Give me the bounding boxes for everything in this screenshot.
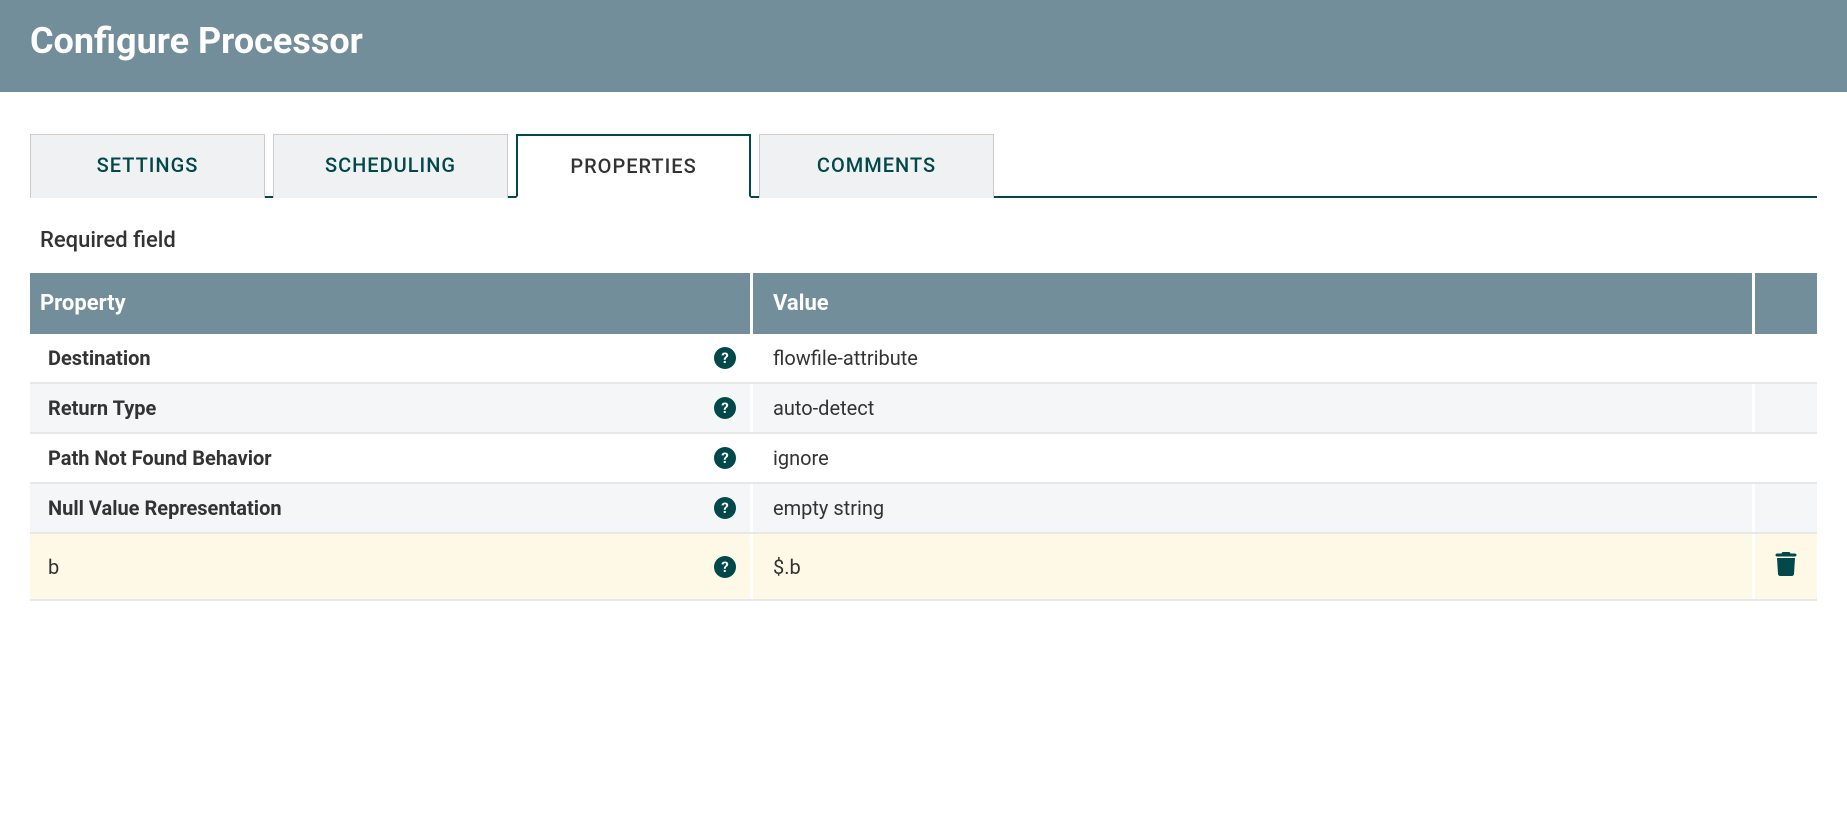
property-value[interactable]: ignore bbox=[750, 434, 1752, 482]
section-label: Required field bbox=[40, 228, 1817, 253]
property-name: Destination bbox=[48, 346, 151, 370]
dialog-header: Configure Processor bbox=[0, 0, 1847, 92]
table-row[interactable]: Destination ? flowfile-attribute bbox=[30, 334, 1817, 384]
row-action bbox=[1752, 384, 1817, 432]
header-value: Value bbox=[750, 273, 1752, 334]
tab-properties[interactable]: PROPERTIES bbox=[516, 134, 751, 198]
property-value[interactable]: empty string bbox=[750, 484, 1752, 532]
tab-comments[interactable]: COMMENTS bbox=[759, 134, 994, 198]
table-row[interactable]: Path Not Found Behavior ? ignore bbox=[30, 434, 1817, 484]
help-icon[interactable]: ? bbox=[714, 556, 736, 578]
property-value[interactable]: $.b bbox=[750, 534, 1752, 599]
help-icon[interactable]: ? bbox=[714, 397, 736, 419]
dialog-content: SETTINGS SCHEDULING PROPERTIES COMMENTS … bbox=[0, 92, 1847, 601]
dialog-title: Configure Processor bbox=[30, 20, 1817, 62]
help-icon[interactable]: ? bbox=[714, 497, 736, 519]
trash-icon[interactable] bbox=[1775, 552, 1797, 581]
help-icon[interactable]: ? bbox=[714, 447, 736, 469]
table-row[interactable]: Return Type ? auto-detect bbox=[30, 384, 1817, 434]
property-name: Return Type bbox=[48, 396, 156, 420]
property-name: Null Value Representation bbox=[48, 496, 282, 520]
tab-scheduling[interactable]: SCHEDULING bbox=[273, 134, 508, 198]
row-action bbox=[1752, 484, 1817, 532]
tab-settings[interactable]: SETTINGS bbox=[30, 134, 265, 198]
table-row[interactable]: b ? $.b bbox=[30, 534, 1817, 601]
table-body: Destination ? flowfile-attribute Return … bbox=[30, 334, 1817, 601]
property-name: Path Not Found Behavior bbox=[48, 446, 272, 470]
row-action bbox=[1752, 434, 1817, 482]
header-action bbox=[1752, 273, 1817, 334]
row-action bbox=[1752, 534, 1817, 599]
property-value[interactable]: flowfile-attribute bbox=[750, 334, 1752, 382]
table-header: Property Value bbox=[30, 273, 1817, 334]
property-name: b bbox=[48, 555, 59, 579]
tabs-container: SETTINGS SCHEDULING PROPERTIES COMMENTS bbox=[30, 132, 1817, 198]
property-value[interactable]: auto-detect bbox=[750, 384, 1752, 432]
table-row[interactable]: Null Value Representation ? empty string bbox=[30, 484, 1817, 534]
row-action bbox=[1752, 334, 1817, 382]
header-property: Property bbox=[30, 273, 750, 334]
help-icon[interactable]: ? bbox=[714, 347, 736, 369]
